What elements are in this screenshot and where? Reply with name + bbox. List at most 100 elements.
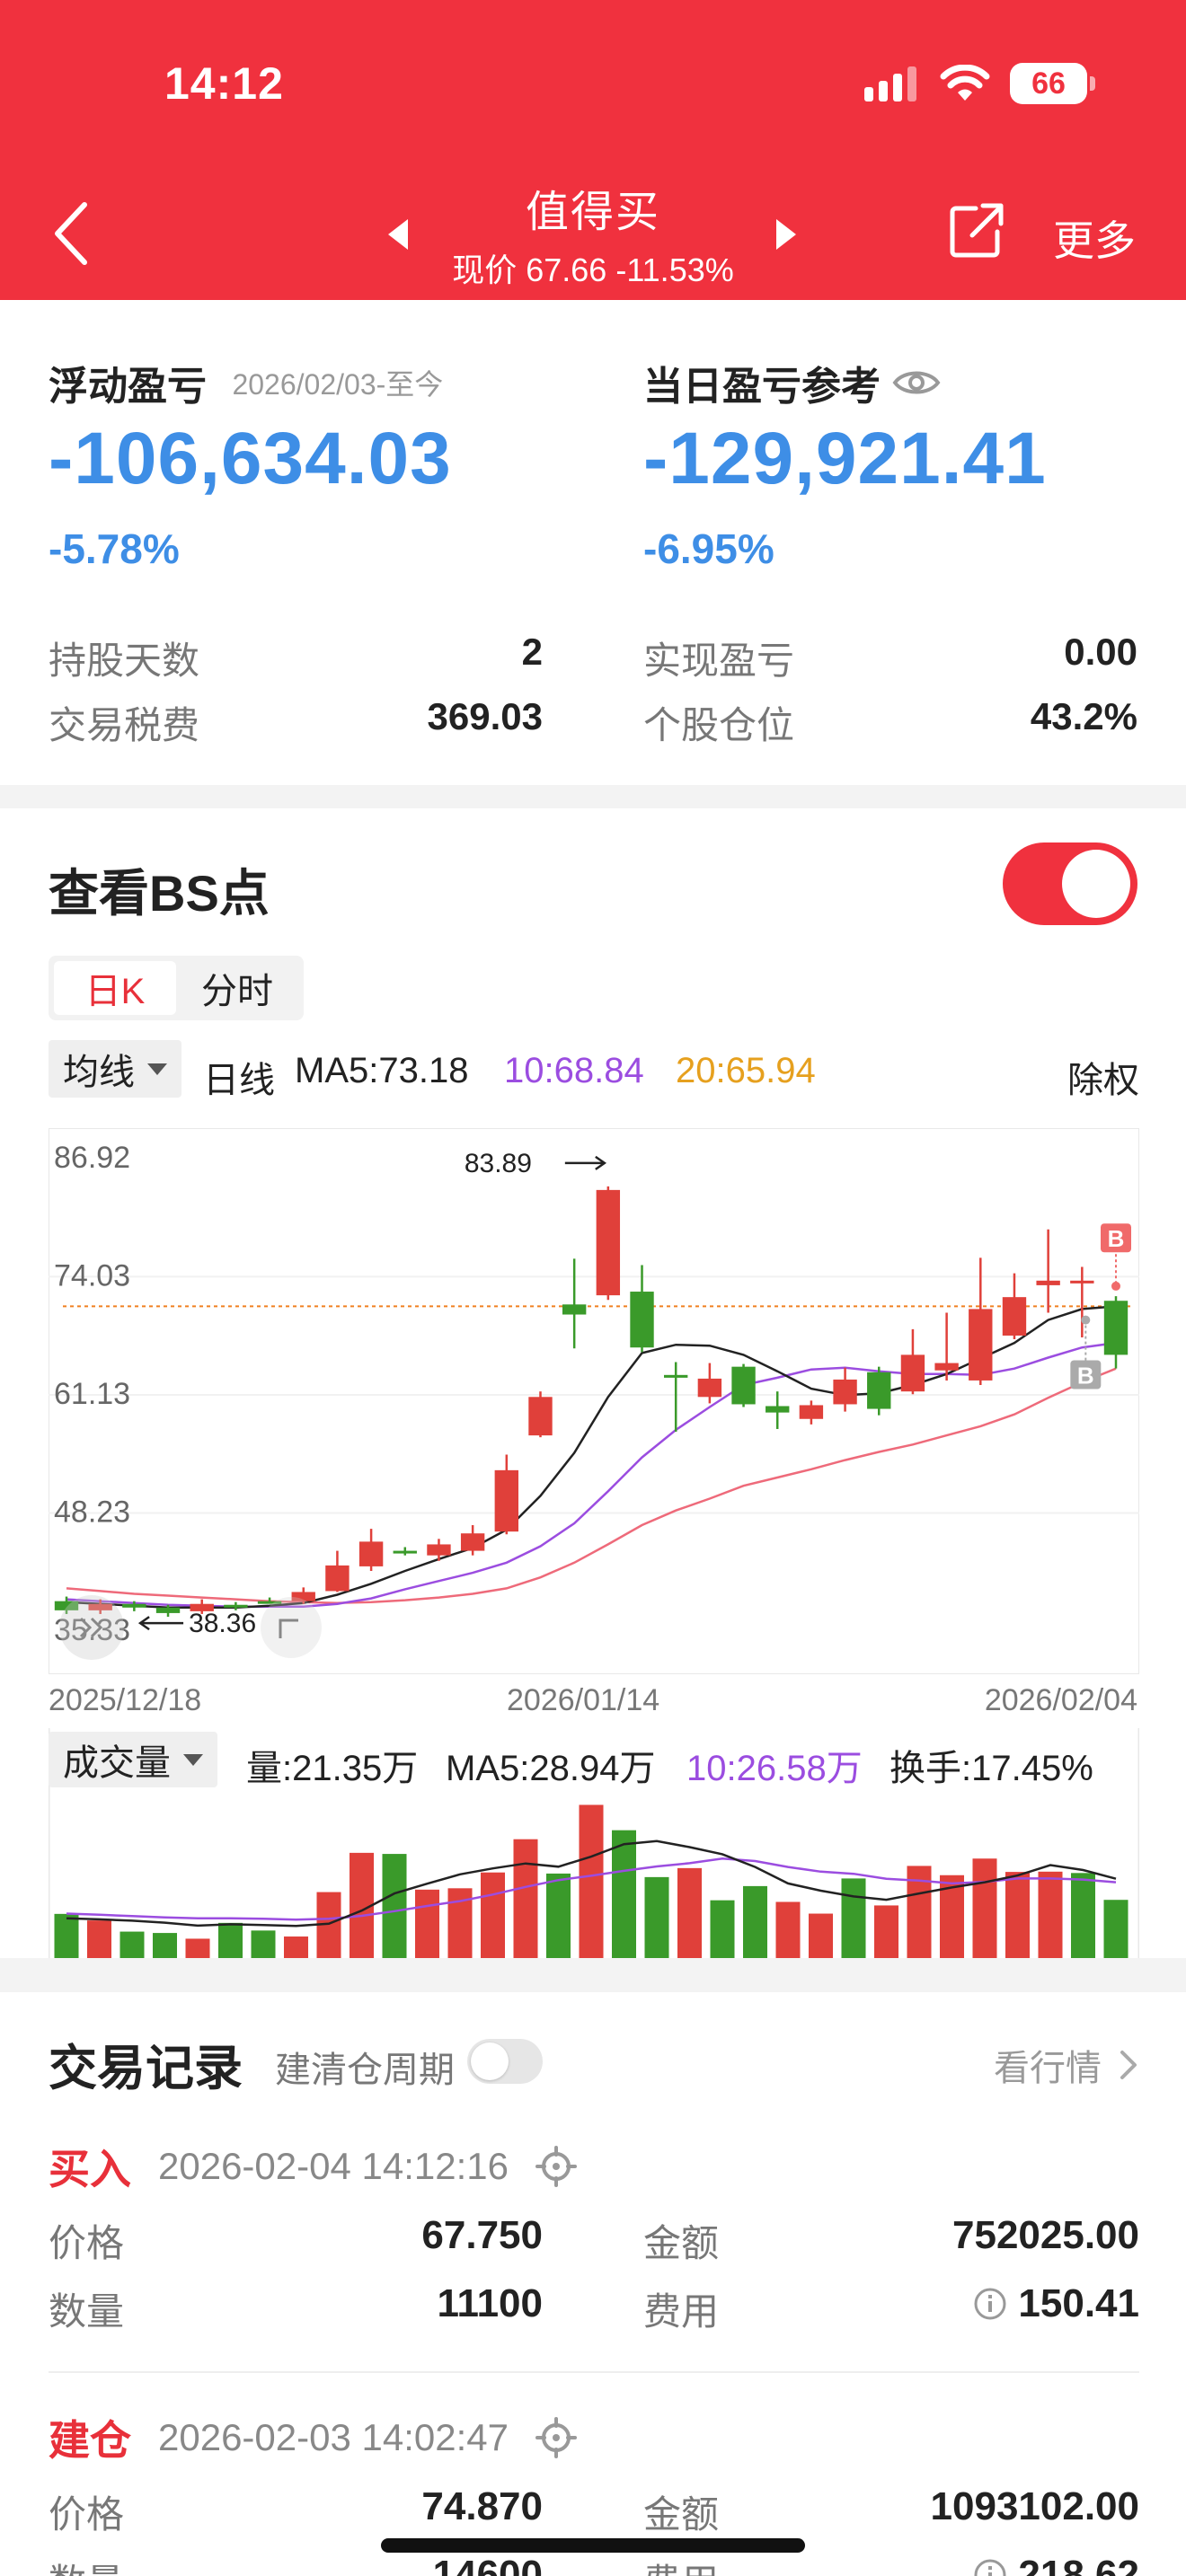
volume-bar bbox=[251, 1930, 276, 1958]
volume-bar bbox=[710, 1900, 735, 1958]
volume-bar bbox=[1103, 1900, 1128, 1958]
y-tick-label: 48.23 bbox=[54, 1495, 130, 1529]
trade-fee-value-wrap: 150.41 bbox=[973, 2281, 1139, 2326]
view-market-link[interactable]: 看行情 bbox=[994, 2039, 1137, 2091]
volume-bar bbox=[283, 1936, 309, 1958]
trade-price-label: 价格 bbox=[49, 2222, 125, 2264]
trade-fee-value-wrap: 218.62 bbox=[973, 2553, 1139, 2576]
pnl-summary: 浮动盈亏 2026/02/03-至今 -106,634.03 -5.78% 当日… bbox=[0, 300, 1186, 785]
volume-bar bbox=[775, 1901, 801, 1958]
volume-bar bbox=[644, 1876, 669, 1958]
locate-icon[interactable] bbox=[535, 2146, 577, 2187]
candle-body bbox=[325, 1565, 350, 1592]
volume-select-label: 成交量 bbox=[63, 1743, 171, 1783]
buy-marker-label: B bbox=[1108, 1225, 1125, 1252]
trade-qty-value: 14600 bbox=[432, 2553, 543, 2576]
position-ratio-label: 个股仓位 bbox=[643, 704, 795, 746]
trade-fee-row: 费用 218.62 bbox=[643, 2553, 1139, 2576]
bs-toggle[interactable] bbox=[1003, 842, 1137, 925]
more-button[interactable]: 更多 bbox=[1053, 208, 1136, 268]
next-stock-icon[interactable] bbox=[774, 217, 798, 251]
y-tick-label: 86.92 bbox=[54, 1141, 130, 1175]
trade-amount-row: 金额 1093102.00 bbox=[643, 2484, 1139, 2538]
page-title: 值得买 bbox=[525, 189, 660, 236]
trade-record-header: 买入 2026-02-04 14:12:16 bbox=[49, 2139, 577, 2193]
high-price-label: 83.89 bbox=[465, 1149, 532, 1178]
chart-frame bbox=[49, 1128, 1139, 1674]
candle-body bbox=[358, 1541, 384, 1566]
trade-price-row: 价格 67.750 bbox=[49, 2213, 543, 2267]
indicator-select[interactable]: 均线 bbox=[49, 1040, 181, 1098]
realized-pnl-value: 0.00 bbox=[1064, 631, 1137, 673]
floating-pnl-header: 浮动盈亏 2026/02/03-至今 bbox=[49, 354, 443, 411]
trade-time: 2026-02-03 14:02:47 bbox=[158, 2416, 509, 2458]
ma5-label: MA5:73.18 bbox=[295, 1051, 469, 1090]
dropdown-icon bbox=[183, 1753, 203, 1766]
record-divider bbox=[49, 2371, 1139, 2373]
trade-type: 建仓 bbox=[49, 2417, 131, 2464]
indicator-select-label: 均线 bbox=[63, 1053, 135, 1092]
battery-indicator: 66 bbox=[1010, 63, 1095, 104]
build-marker-label: B bbox=[1077, 1363, 1094, 1389]
candle-body bbox=[1036, 1280, 1060, 1285]
candle-body bbox=[1002, 1297, 1027, 1336]
chart-tabs: 日K 分时 bbox=[49, 956, 304, 1020]
candle-body bbox=[900, 1354, 925, 1392]
zoom-handle bbox=[261, 1597, 322, 1658]
tax-fee-value: 369.03 bbox=[427, 695, 543, 737]
header: 14:12 66 值得买 现价 67.66 -11.53% 更多 bbox=[0, 0, 1186, 300]
trade-records-title: 交易记录 bbox=[49, 2042, 243, 2095]
cycle-label: 建清仓周期 bbox=[275, 2051, 455, 2090]
trade-record-header: 建仓 2026-02-03 14:02:47 bbox=[49, 2411, 577, 2465]
candle-body bbox=[799, 1405, 824, 1419]
bs-toggle-knob bbox=[1062, 850, 1130, 918]
locate-icon[interactable] bbox=[535, 2417, 577, 2458]
cycle-toggle[interactable] bbox=[467, 2039, 543, 2084]
trade-amount-row: 金额 752025.00 bbox=[643, 2213, 1139, 2267]
candle-body bbox=[766, 1406, 790, 1413]
candle-body bbox=[833, 1379, 857, 1405]
eye-icon[interactable] bbox=[891, 366, 942, 399]
turnover-label: 换手:17.45% bbox=[890, 1749, 1093, 1788]
candle-body bbox=[427, 1544, 451, 1556]
ma20-label: 20:65.94 bbox=[676, 1051, 816, 1090]
holding-days-row: 持股天数 2 bbox=[49, 631, 543, 684]
volume-ma10-label: 10:26.58万 bbox=[686, 1749, 863, 1788]
volume-select[interactable]: 成交量 bbox=[49, 1732, 217, 1787]
candlestick-svg: 86.9274.0361.1348.2335.3383.8938.36BB bbox=[49, 1128, 1139, 1674]
candlestick-chart[interactable]: 86.9274.0361.1348.2335.3383.8938.36BB bbox=[49, 1128, 1139, 1674]
candle-body bbox=[731, 1366, 756, 1405]
home-indicator[interactable] bbox=[381, 2538, 805, 2553]
cycle-toggle-knob bbox=[471, 2042, 509, 2080]
dropdown-icon bbox=[147, 1063, 167, 1075]
trade-amount-label: 金额 bbox=[643, 2493, 720, 2536]
info-icon[interactable] bbox=[973, 2558, 1007, 2576]
position-ratio-row: 个股仓位 43.2% bbox=[643, 695, 1137, 749]
volume-bar bbox=[185, 1938, 210, 1958]
buy-marker-dot bbox=[1111, 1281, 1120, 1291]
trade-qty-row: 数量 14600 bbox=[49, 2553, 543, 2576]
volume-bar bbox=[1070, 1873, 1096, 1958]
volume-bar bbox=[513, 1839, 538, 1958]
volume-bar bbox=[1038, 1871, 1063, 1958]
candle-body bbox=[697, 1378, 722, 1398]
volume-bar bbox=[1005, 1872, 1031, 1958]
floating-pnl-pct: -5.78% bbox=[49, 525, 180, 572]
trade-price-value: 74.870 bbox=[421, 2484, 543, 2528]
volume-bar bbox=[841, 1878, 866, 1958]
tab-intraday[interactable]: 分时 bbox=[176, 961, 298, 1015]
tab-daily-k[interactable]: 日K bbox=[54, 961, 176, 1015]
candle-body bbox=[596, 1189, 621, 1296]
candle-body bbox=[460, 1533, 485, 1551]
rights-adjust-button[interactable]: 除权 bbox=[1067, 1051, 1139, 1103]
volume-bar bbox=[217, 1922, 243, 1958]
share-icon[interactable] bbox=[949, 201, 1005, 259]
realized-pnl-label: 实现盈亏 bbox=[643, 640, 795, 682]
daily-pnl-header: 当日盈亏参考 bbox=[643, 354, 942, 411]
info-icon[interactable] bbox=[973, 2287, 1007, 2321]
trade-qty-value: 11100 bbox=[437, 2281, 544, 2325]
ma-legend-bar: 均线 日线 MA5:73.18 10:68.84 20:65.94 除权 bbox=[49, 1040, 1139, 1100]
trade-amount-value: 1093102.00 bbox=[930, 2484, 1139, 2528]
trade-fee-label: 费用 bbox=[643, 2553, 719, 2576]
x-label-end: 2026/02/04 bbox=[984, 1683, 1137, 1717]
